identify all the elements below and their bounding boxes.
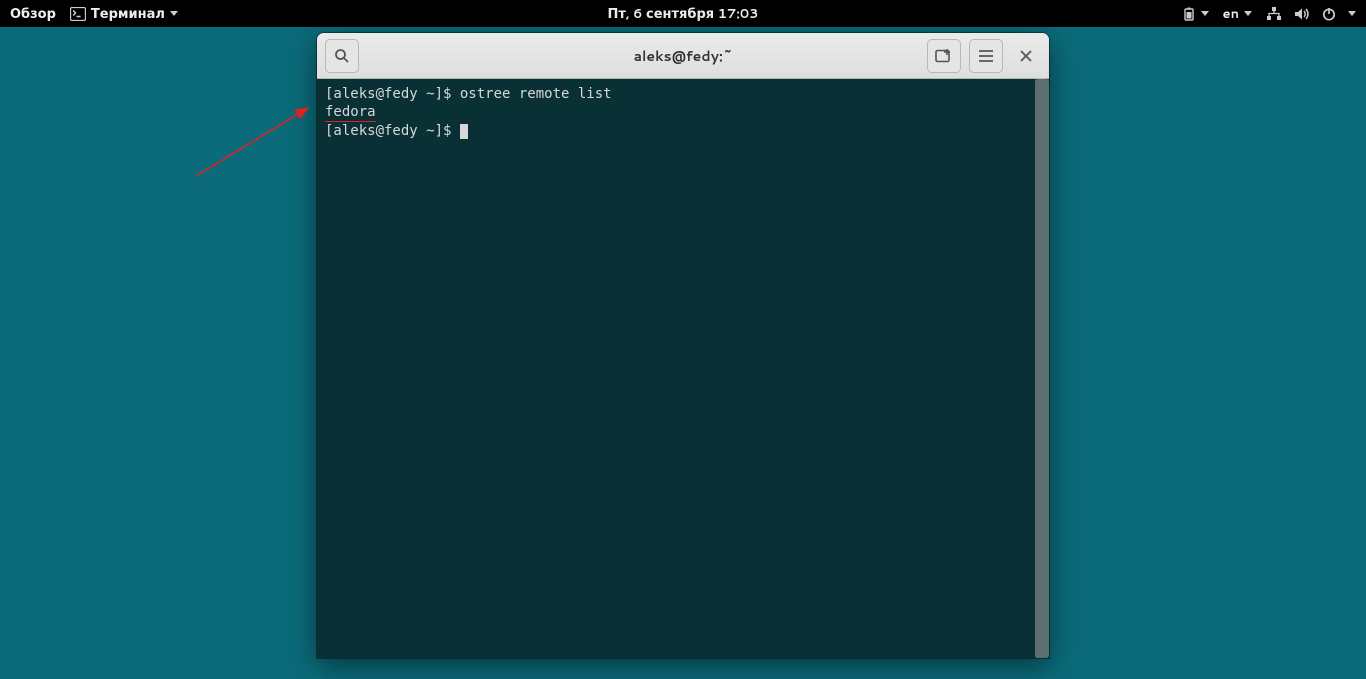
battery-icon bbox=[1182, 7, 1196, 21]
cursor bbox=[460, 124, 468, 139]
volume-icon bbox=[1294, 7, 1310, 21]
command-text: ostree remote list bbox=[460, 86, 612, 102]
clock[interactable]: Пт, 6 сентября 17:03 bbox=[608, 5, 759, 23]
close-icon bbox=[1020, 50, 1032, 62]
activities-button[interactable]: Обзор bbox=[10, 5, 56, 23]
terminal-window: aleks@fedy:~ bbox=[317, 33, 1049, 658]
scrollbar-thumb[interactable] bbox=[1035, 79, 1049, 658]
top-panel: Обзор Терминал Пт, 6 сентября 17:03 en bbox=[0, 0, 1366, 27]
search-button[interactable] bbox=[325, 39, 359, 73]
terminal-icon bbox=[70, 7, 86, 21]
prompt: [aleks@fedy ~]$ bbox=[325, 86, 460, 102]
new-tab-button[interactable] bbox=[927, 39, 961, 73]
system-status-area[interactable] bbox=[1266, 7, 1356, 21]
terminal-body[interactable]: [aleks@fedy ~]$ ostree remote list fedor… bbox=[317, 79, 1049, 658]
chevron-down-icon bbox=[1201, 11, 1209, 16]
app-menu-label: Терминал bbox=[91, 5, 165, 23]
annotation-arrow bbox=[193, 98, 323, 183]
battery-indicator[interactable] bbox=[1182, 7, 1209, 21]
chevron-down-icon bbox=[1244, 11, 1252, 16]
chevron-down-icon bbox=[170, 11, 178, 16]
search-icon bbox=[334, 48, 350, 64]
power-icon bbox=[1322, 7, 1336, 21]
command-output: fedora bbox=[325, 103, 376, 122]
menu-button[interactable] bbox=[969, 39, 1003, 73]
input-language-label: en bbox=[1223, 5, 1239, 23]
prompt: [aleks@fedy ~]$ bbox=[325, 123, 460, 139]
terminal-content[interactable]: [aleks@fedy ~]$ ostree remote list fedor… bbox=[317, 79, 1035, 658]
new-tab-icon bbox=[935, 48, 953, 64]
close-button[interactable] bbox=[1011, 41, 1041, 71]
scrollbar[interactable] bbox=[1035, 79, 1049, 658]
network-icon bbox=[1266, 7, 1282, 21]
hamburger-icon bbox=[978, 49, 994, 63]
app-menu[interactable]: Терминал bbox=[70, 5, 178, 23]
input-language-indicator[interactable]: en bbox=[1223, 5, 1252, 23]
chevron-down-icon bbox=[1348, 11, 1356, 16]
titlebar[interactable]: aleks@fedy:~ bbox=[317, 33, 1049, 79]
